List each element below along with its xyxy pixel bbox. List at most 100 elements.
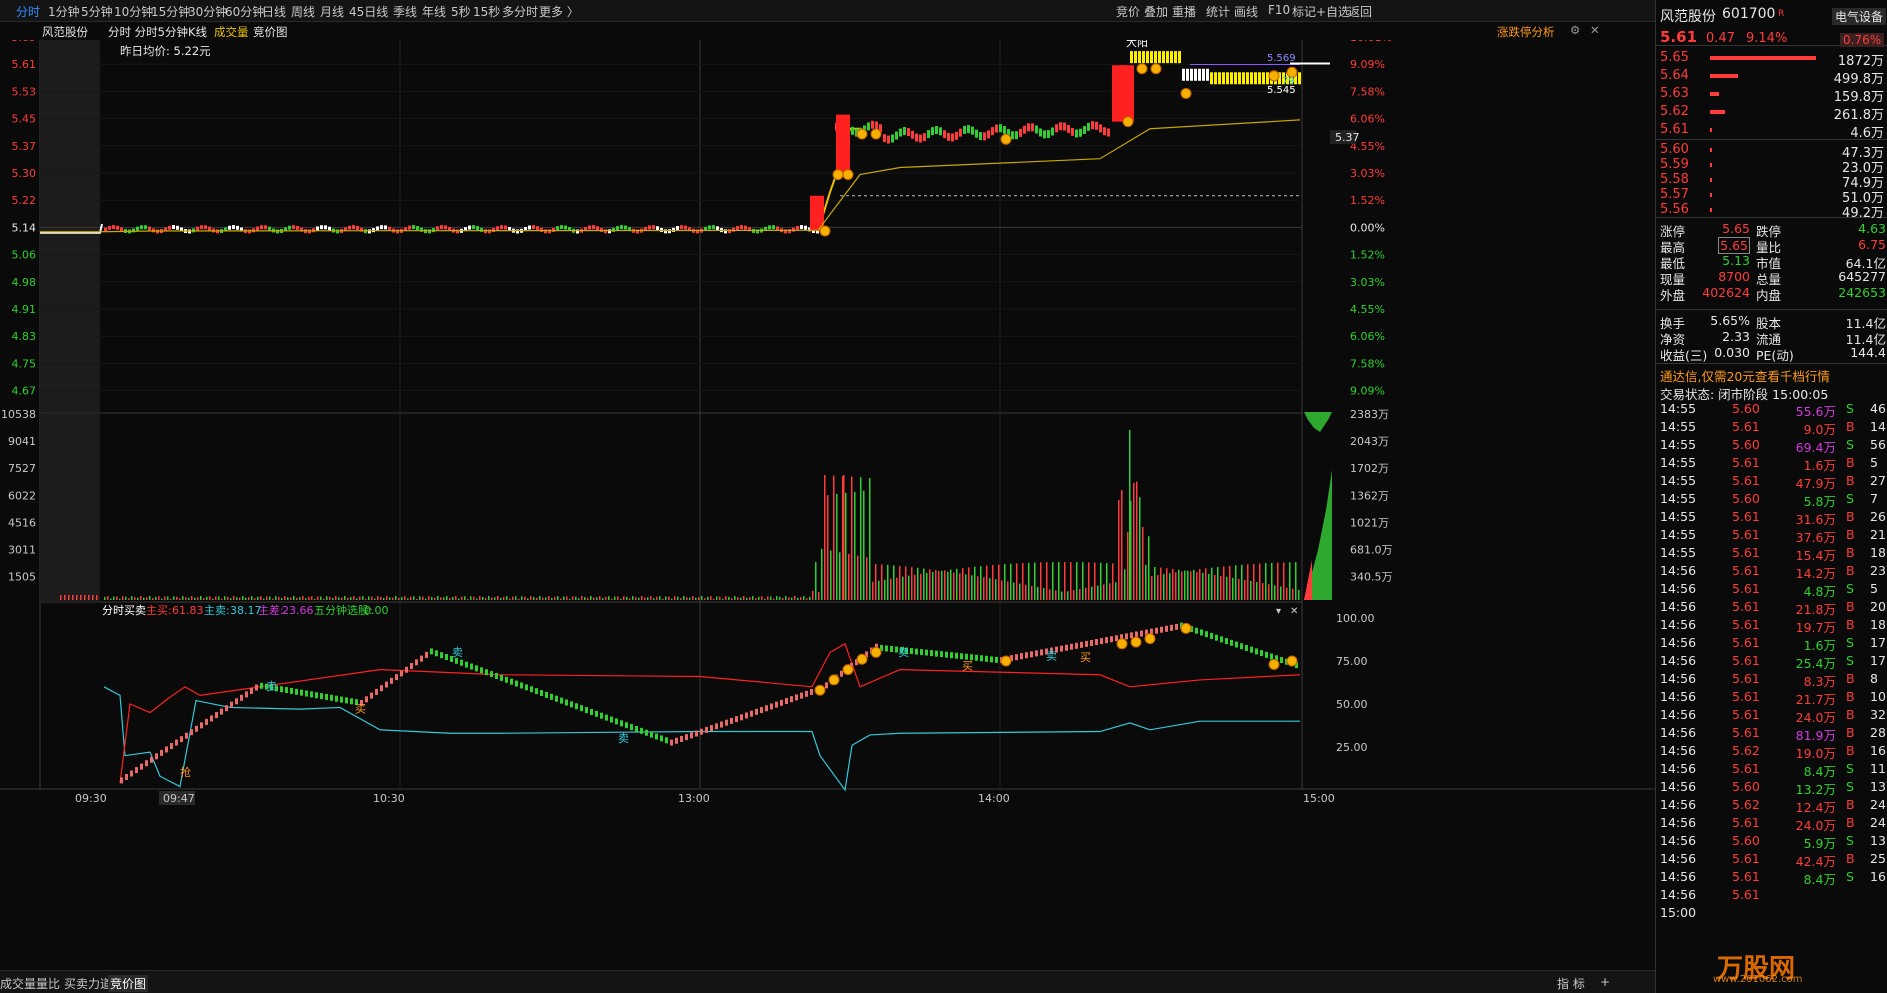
grid-lines xyxy=(0,40,1655,790)
toolbar-right-actions: 竞价 叠加 重播 统计 画线 F10 标记 +自选 返回 xyxy=(1110,0,1655,22)
tick-side: S xyxy=(1846,653,1854,668)
period-tab[interactable]: 5分钟 xyxy=(81,3,113,20)
stat-value: 5.65% xyxy=(1710,313,1750,328)
pct-tick-label: 1.52% xyxy=(1350,194,1385,207)
ask-volume: 499.8万 xyxy=(1833,72,1884,87)
tick-volume: 1.6万 xyxy=(1803,638,1836,653)
period-tab[interactable]: 15分钟 xyxy=(151,3,190,20)
toolbar-action-button[interactable]: +自选 xyxy=(1316,3,1350,20)
tick-side: B xyxy=(1846,545,1855,560)
toolbar-action-button[interactable]: 叠加 xyxy=(1144,3,1168,20)
intraday-chart[interactable]: 5.69 10.61% 5.61 9.09% 5.53 7.58% 5.45 6.06% 5.3… xyxy=(0,40,1655,970)
volume-toggle[interactable]: 成交量 xyxy=(214,24,249,40)
bottom-tab[interactable]: 买卖力道 xyxy=(64,975,112,992)
period-tab[interactable]: 1分钟 xyxy=(48,3,80,20)
tick-time: 14:56 xyxy=(1660,761,1697,776)
stat-value: 5.13 xyxy=(1722,253,1750,268)
tick-volume: 8.4万 xyxy=(1803,872,1836,887)
period-tab[interactable]: 更多 〉 xyxy=(539,3,579,20)
bottom-tab[interactable]: 竞价图 xyxy=(108,975,149,992)
tick-count: 16 xyxy=(1870,743,1886,758)
tick-count: 5 xyxy=(1870,455,1878,470)
quote-tag: R xyxy=(1778,9,1785,19)
add-indicator-button[interactable]: + xyxy=(1600,975,1610,989)
price-tick-label: 5.61 xyxy=(12,58,37,71)
toolbar-action-button[interactable]: 返回 xyxy=(1348,3,1372,20)
tick-time: 14:56 xyxy=(1660,743,1697,758)
stat-label: 内盘 xyxy=(1756,288,1782,303)
toolbar-action-button[interactable]: F10 xyxy=(1268,3,1290,17)
close-icon[interactable]: ✕ xyxy=(1590,23,1600,37)
period-tab[interactable]: 周线 xyxy=(291,3,315,20)
tick-price: 5.60 xyxy=(1732,779,1760,794)
indicator-header-text: 38.17 xyxy=(230,604,262,617)
stats-table: 涨停 5.65 跌停 4.63 最高 5.65 量比 6.75 最低 5.13 市值 64.1亿 现量 8… xyxy=(1656,218,1887,310)
tick-volume: 21.8万 xyxy=(1795,602,1836,617)
bid-volume-bar xyxy=(1710,208,1712,212)
bottom-tab[interactable]: 量比 xyxy=(36,975,60,992)
bottom-tab[interactable]: 成交量 xyxy=(0,975,36,992)
sector-name[interactable]: 电气设备 xyxy=(1832,8,1887,25)
tick-side: S xyxy=(1846,635,1854,650)
volume-right-tick-label: 2043万 xyxy=(1350,435,1389,448)
tick-side: B xyxy=(1846,725,1855,740)
buy-marker: 买 xyxy=(1080,651,1091,664)
period-tab[interactable]: 月线 xyxy=(320,3,344,20)
time-tick-label: 09:47 xyxy=(163,792,195,805)
period-tab[interactable]: 日线 xyxy=(262,3,286,20)
tick-time: 14:56 xyxy=(1660,563,1697,578)
settings-gear-icon[interactable]: ⚙ xyxy=(1570,23,1580,37)
stat-label: PE(动) xyxy=(1756,348,1794,363)
tick-price: 5.62 xyxy=(1732,743,1760,758)
toolbar-action-button[interactable]: 重播 xyxy=(1172,3,1196,20)
tick-price: 5.62 xyxy=(1732,797,1760,812)
period-tab[interactable]: 多分时 xyxy=(502,3,538,20)
tick-count: 8 xyxy=(1870,671,1878,686)
tick-price: 5.61 xyxy=(1732,599,1760,614)
tick-volume: 69.4万 xyxy=(1795,440,1836,455)
ask-volume: 4.6万 xyxy=(1850,126,1884,141)
toolbar-action-button[interactable]: 竞价 xyxy=(1116,3,1140,20)
toolbar-action-button[interactable]: 标记 xyxy=(1292,3,1316,20)
pct-tick-label: 3.03% xyxy=(1350,167,1385,180)
ask-volume: 261.8万 xyxy=(1833,108,1884,123)
period-tab[interactable]: 10分钟 xyxy=(114,3,153,20)
promo-banner[interactable]: 通达信,仅需20元查看千档行情 xyxy=(1656,365,1887,384)
tick-time: 14:55 xyxy=(1660,527,1697,542)
quote-panel: 风范股份 601700 R 电气设备 5.61 0.47 9.14% 0.76%… xyxy=(1655,0,1887,993)
toolbar-action-button[interactable]: 画线 xyxy=(1234,3,1258,20)
period-tab[interactable]: 45日线 xyxy=(349,3,388,20)
toolbar-action-button[interactable]: 统计 xyxy=(1206,3,1230,20)
period-tab[interactable]: 5秒 xyxy=(451,3,471,20)
volume-tick-label: 10538 xyxy=(1,408,36,421)
chart-info-bar: 风范股份 分时 分时5分钟K线 成交量 竞价图 涨跌停分析 ⚙ ✕ xyxy=(0,22,1655,40)
tick-list[interactable]: 14:55 5.60 55.6万 S 46 14:55 5.61 9.0万 B 14 14:55 5.… xyxy=(1656,401,1887,971)
indicator-tick-label: 50.00 xyxy=(1336,698,1368,711)
price-tick-label: 5.06 xyxy=(12,249,37,262)
tick-side: B xyxy=(1846,851,1855,866)
tick-time: 14:55 xyxy=(1660,491,1697,506)
ask-volume: 1872万 xyxy=(1837,54,1884,69)
period-tab[interactable]: 分时 xyxy=(16,3,40,20)
auction-toggle[interactable]: 竞价图 xyxy=(253,24,288,40)
tick-side: S xyxy=(1846,581,1854,596)
indicator-header-text: 主买: xyxy=(146,604,172,617)
tick-price: 5.61 xyxy=(1732,509,1760,524)
tick-time: 14:56 xyxy=(1660,599,1697,614)
tick-side: B xyxy=(1846,527,1855,542)
pct-tick-label: 6.06% xyxy=(1350,330,1385,343)
period-tab[interactable]: 季线 xyxy=(393,3,417,20)
ask-volume-bar xyxy=(1710,128,1712,132)
period-tab[interactable]: 30分钟 xyxy=(188,3,227,20)
chart-mode-label[interactable]: 分时 分时5分钟K线 xyxy=(108,24,207,40)
bottom-indicator-tabs: 成交量 量比 买卖力道 竞价图 指 标 + xyxy=(0,970,1655,993)
tick-count: 25 xyxy=(1870,851,1886,866)
bid-book: 5.60 47.3万 5.59 23.0万 5.58 74.9万 5.57 51.0万 5.56… xyxy=(1656,140,1887,221)
bid-volume-bar xyxy=(1710,163,1712,167)
period-tab[interactable]: 年线 xyxy=(422,3,446,20)
tick-price: 5.61 xyxy=(1732,887,1760,902)
period-tab[interactable]: 60分钟 xyxy=(225,3,264,20)
indicator-menu-button[interactable]: 指 标 xyxy=(1557,975,1585,992)
period-tab[interactable]: 15秒 xyxy=(473,3,500,20)
limit-analysis-link[interactable]: 涨跌停分析 xyxy=(1497,24,1555,40)
